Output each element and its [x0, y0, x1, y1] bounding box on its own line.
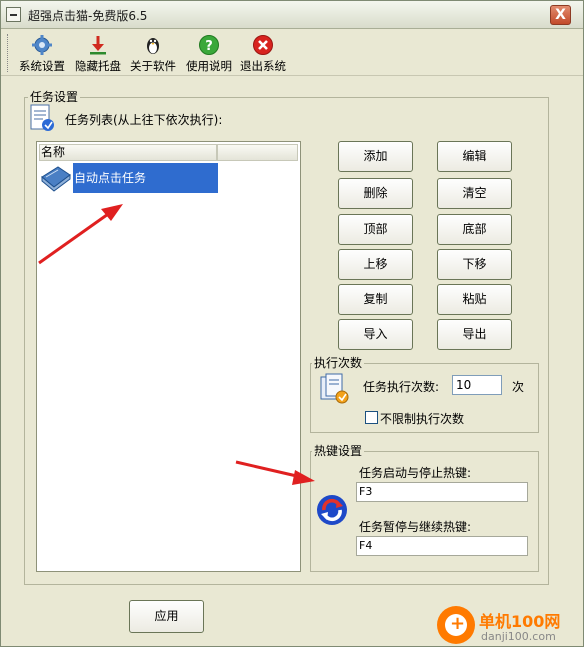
import-button[interactable]: 导入 — [338, 319, 413, 350]
move-top-button[interactable]: 顶部 — [338, 214, 413, 245]
toolbar-exit-button[interactable]: 退出系统 — [237, 32, 289, 74]
add-button[interactable]: 添加 — [338, 141, 413, 172]
clear-button[interactable]: 清空 — [437, 178, 512, 209]
move-bottom-button[interactable]: 底部 — [437, 214, 512, 245]
exec-count-title: 执行次数 — [312, 354, 365, 371]
system-menu-icon[interactable] — [6, 7, 21, 22]
toolbar-label: 隐藏托盘 — [75, 59, 121, 73]
exec-count-unit: 次 — [512, 380, 525, 394]
unlimited-checkbox[interactable] — [365, 411, 378, 424]
toolbar-label: 系统设置 — [19, 59, 65, 73]
copy-button[interactable]: 复制 — [338, 284, 413, 315]
unlimited-label[interactable]: 不限制执行次数 — [380, 410, 464, 427]
main-window: 超强点击猫-免费版6.5 X 系统设置 隐藏托盘 关于软件 ? 使用说明 退出系… — [0, 0, 584, 647]
hotkey-title: 热键设置 — [312, 442, 365, 459]
exit-icon — [253, 35, 273, 55]
watermark-url: danji100.com — [481, 630, 556, 643]
penguin-icon — [147, 38, 159, 54]
export-button[interactable]: 导出 — [437, 319, 512, 350]
pause-resume-hotkey-label: 任务暂停与继续热键: — [359, 520, 472, 534]
toolbar-label: 退出系统 — [240, 59, 286, 73]
delete-button[interactable]: 删除 — [338, 178, 413, 209]
watermark: 单机100网 danji100.com — [433, 604, 583, 647]
start-stop-hotkey-input[interactable]: F3 — [356, 482, 528, 502]
move-up-button[interactable]: 上移 — [338, 249, 413, 280]
edit-button[interactable]: 编辑 — [437, 141, 512, 172]
toolbar-label: 关于软件 — [130, 59, 176, 73]
watermark-logo-icon — [437, 606, 475, 644]
move-down-button[interactable]: 下移 — [437, 249, 512, 280]
refresh-icon — [317, 495, 347, 525]
annotation-arrow-icon — [38, 204, 123, 265]
close-button[interactable]: X — [550, 5, 571, 25]
help-icon: ? — [199, 35, 219, 55]
toolbar-hide-tray-button[interactable]: 隐藏托盘 — [71, 32, 125, 74]
toolbar-grip — [7, 34, 10, 72]
toolbar-label: 使用说明 — [186, 59, 232, 73]
toolbar: 系统设置 隐藏托盘 关于软件 ? 使用说明 退出系统 — [1, 30, 583, 76]
pause-resume-hotkey-input[interactable]: F4 — [356, 536, 528, 556]
window-title: 超强点击猫-免费版6.5 — [28, 9, 148, 23]
watermark-text: 单机100网 — [479, 612, 561, 631]
annotation-arrow-icon — [235, 460, 315, 485]
column-header-empty[interactable] — [217, 144, 298, 161]
task-list-icon — [30, 104, 54, 131]
task-row-selected[interactable]: 自动点击任务 — [73, 163, 218, 193]
counter-icon — [320, 373, 349, 404]
gear-icon — [32, 35, 52, 55]
paste-button[interactable]: 粘贴 — [437, 284, 512, 315]
start-stop-hotkey-label: 任务启动与停止热键: — [359, 466, 472, 480]
svg-text:?: ? — [205, 39, 213, 54]
exec-count-input[interactable]: 10 — [452, 375, 502, 395]
task-list-caption: 任务列表(从上往下依次执行): — [65, 113, 223, 127]
title-bar[interactable]: 超强点击猫-免费版6.5 X — [1, 1, 583, 29]
toolbar-help-button[interactable]: ? 使用说明 — [181, 32, 237, 74]
tray-download-icon — [90, 36, 106, 55]
task-item-icon — [41, 166, 71, 192]
column-header-name[interactable]: 名称 — [39, 144, 217, 161]
exec-count-label: 任务执行次数: — [363, 380, 440, 394]
apply-button[interactable]: 应用 — [129, 600, 204, 633]
toolbar-system-settings-button[interactable]: 系统设置 — [15, 32, 69, 74]
toolbar-about-button[interactable]: 关于软件 — [126, 32, 180, 74]
